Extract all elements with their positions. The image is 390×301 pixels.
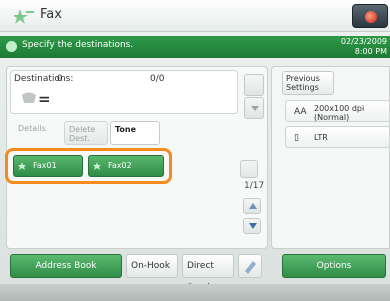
pencil-icon	[245, 261, 256, 274]
address-book-button[interactable]: Address Book	[10, 254, 122, 278]
size-value: LTR	[314, 133, 328, 142]
date-time: 02/23/2009 8:00 PM	[341, 37, 387, 57]
fax-star-icon	[93, 162, 101, 170]
status-strip	[0, 284, 390, 301]
chevron-down-icon	[251, 106, 259, 111]
fax-screen: Fax Specify the destinations. 02/23/2009…	[0, 0, 390, 301]
destinations-page: 0/0	[150, 74, 165, 84]
delete-dest-button[interactable]: Delete Dest.	[64, 121, 108, 145]
stop-button[interactable]	[352, 4, 388, 28]
previous-settings-button[interactable]: Previous Settings	[282, 71, 334, 95]
size-setting[interactable]: ▯ LTR	[285, 126, 390, 148]
title-bar: Fax	[0, 0, 390, 32]
message-text: Specify the destinations.	[22, 40, 134, 50]
destination-icon	[22, 92, 36, 103]
date-text: 02/23/2009	[340, 37, 387, 46]
key-label: Fax01	[33, 161, 57, 170]
page-count: 1/17	[244, 181, 265, 191]
destination-scroll-up[interactable]	[244, 74, 264, 96]
direct-send-button[interactable]: Direct Send	[182, 254, 234, 293]
destinations-label: Destinations:	[14, 74, 74, 84]
on-hook-button[interactable]: On-Hook	[126, 254, 178, 278]
tone-button[interactable]: Tone	[110, 121, 160, 145]
one-touch-key-fax02[interactable]: Fax02	[88, 155, 164, 177]
app-title: Fax	[40, 7, 62, 22]
fax-star-icon	[18, 162, 26, 170]
destinations-count: 0	[57, 74, 63, 84]
options-button[interactable]: Options	[282, 254, 386, 278]
message-bar: Specify the destinations. 02/23/2009 8:0…	[0, 36, 390, 58]
fax-star-icon	[14, 9, 34, 24]
arrow-down-icon	[249, 223, 257, 229]
equals-sign: =	[38, 90, 51, 108]
one-touch-key-fax01[interactable]: Fax01	[13, 155, 83, 177]
page-jump-button[interactable]	[240, 160, 258, 178]
resolution-icon: AA	[294, 107, 307, 117]
page-icon: ▯	[294, 133, 299, 143]
resolution-value: 200x100 dpi (Normal)	[314, 104, 365, 122]
details-button[interactable]: Details	[14, 121, 54, 145]
page-up-button[interactable]	[243, 198, 261, 214]
edit-button[interactable]	[238, 254, 262, 278]
time-text: 8:00 PM	[354, 47, 387, 56]
info-icon	[6, 41, 17, 52]
resolution-setting[interactable]: AA 200x100 dpi (Normal)	[285, 100, 390, 122]
arrow-up-icon	[249, 203, 257, 209]
key-label: Fax02	[108, 161, 132, 170]
stop-icon	[365, 11, 377, 23]
page-down-button[interactable]	[243, 218, 261, 234]
destination-scroll-down[interactable]	[244, 97, 264, 119]
